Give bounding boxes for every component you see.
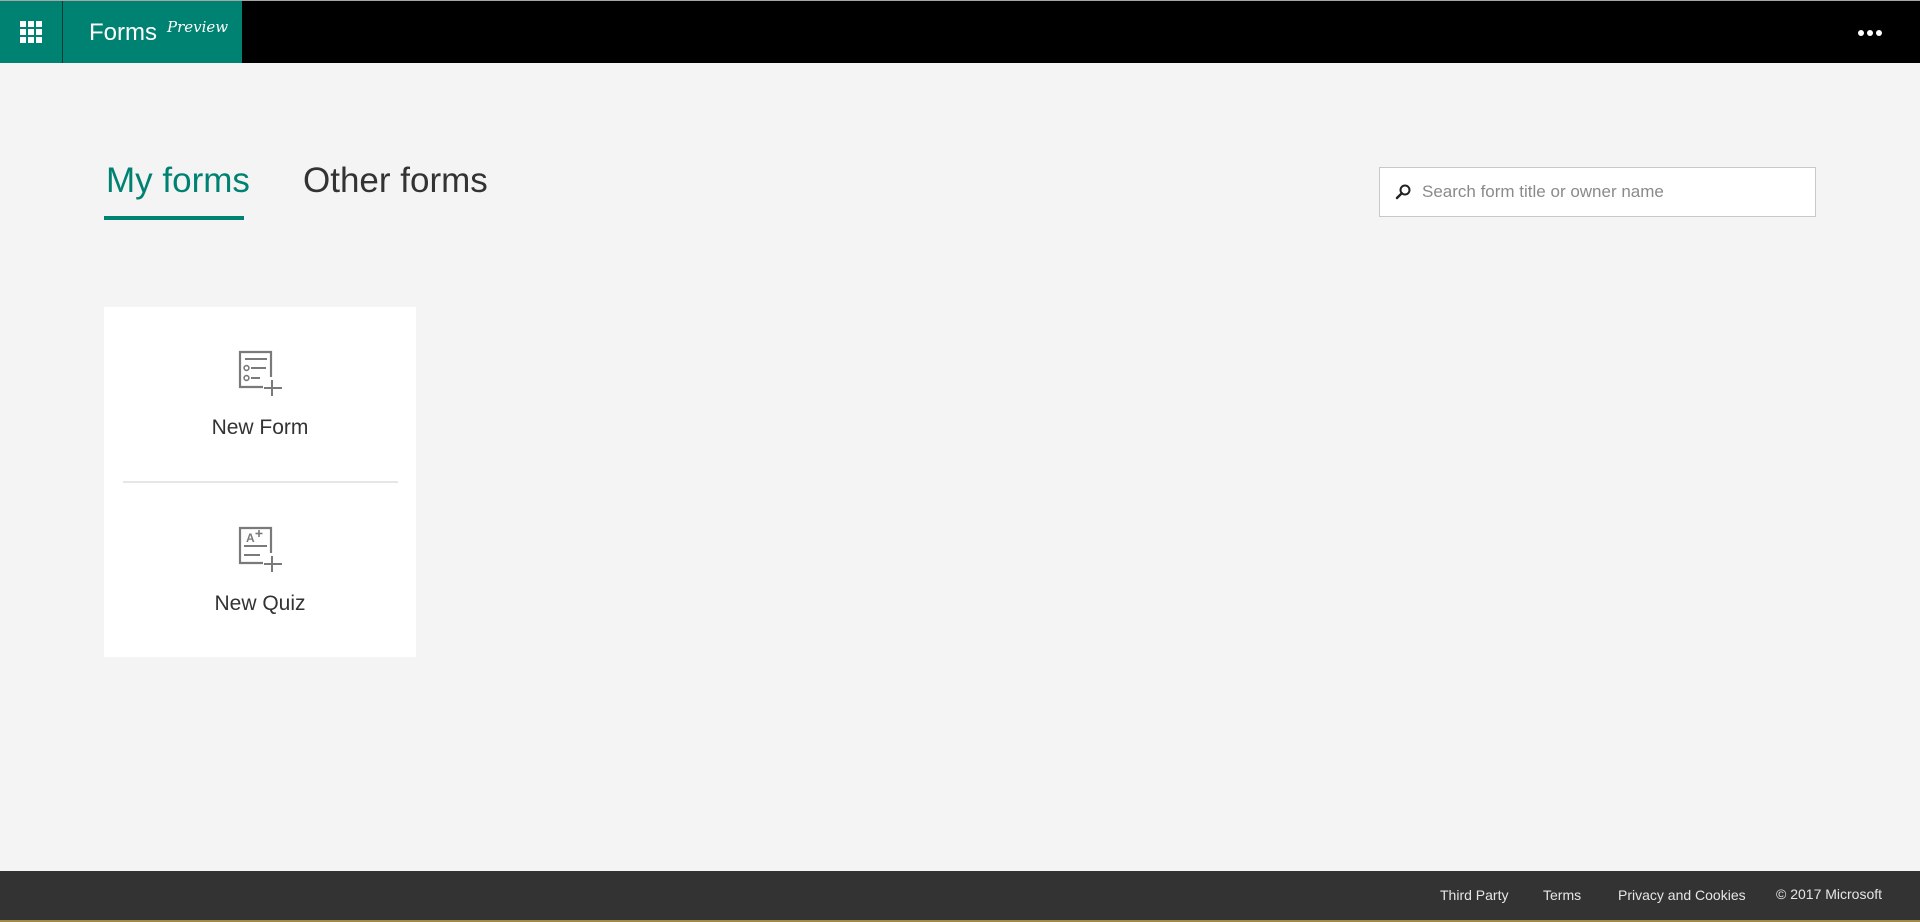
new-quiz-button[interactable]: A New Quiz: [104, 483, 416, 658]
footer-link-terms[interactable]: Terms: [1543, 887, 1581, 903]
new-form-label: New Form: [211, 416, 309, 439]
svg-text:A: A: [246, 531, 255, 545]
create-card: New Form A New Quiz: [104, 307, 416, 657]
app-launcher-button[interactable]: [0, 1, 62, 63]
footer-copyright: © 2017 Microsoft: [1776, 886, 1883, 902]
new-quiz-icon: A: [237, 525, 285, 573]
app-header: Forms Preview: [0, 1, 1920, 63]
more-options-icon: [1858, 30, 1864, 36]
new-quiz-label: New Quiz: [214, 592, 306, 615]
page-footer: Third Party Terms Privacy and Cookies © …: [0, 871, 1920, 922]
search-icon: [1394, 183, 1412, 201]
more-options-button[interactable]: [1850, 23, 1890, 43]
search-box[interactable]: [1379, 167, 1816, 217]
preview-tag: Preview: [167, 18, 229, 36]
new-form-button[interactable]: New Form: [104, 307, 416, 482]
search-input[interactable]: [1422, 182, 1802, 202]
app-name[interactable]: Forms: [89, 19, 157, 47]
footer-link-third-party[interactable]: Third Party: [1440, 887, 1508, 903]
footer-link-privacy[interactable]: Privacy and Cookies: [1618, 887, 1746, 903]
app-launcher-icon: [20, 21, 42, 43]
tab-my-forms[interactable]: My forms: [106, 160, 250, 202]
tab-other-forms[interactable]: Other forms: [303, 160, 488, 202]
brand-area: Forms Preview: [0, 1, 242, 63]
selected-tab-indicator: [104, 216, 244, 220]
new-form-icon: [237, 349, 285, 397]
brand-separator: [62, 1, 63, 63]
